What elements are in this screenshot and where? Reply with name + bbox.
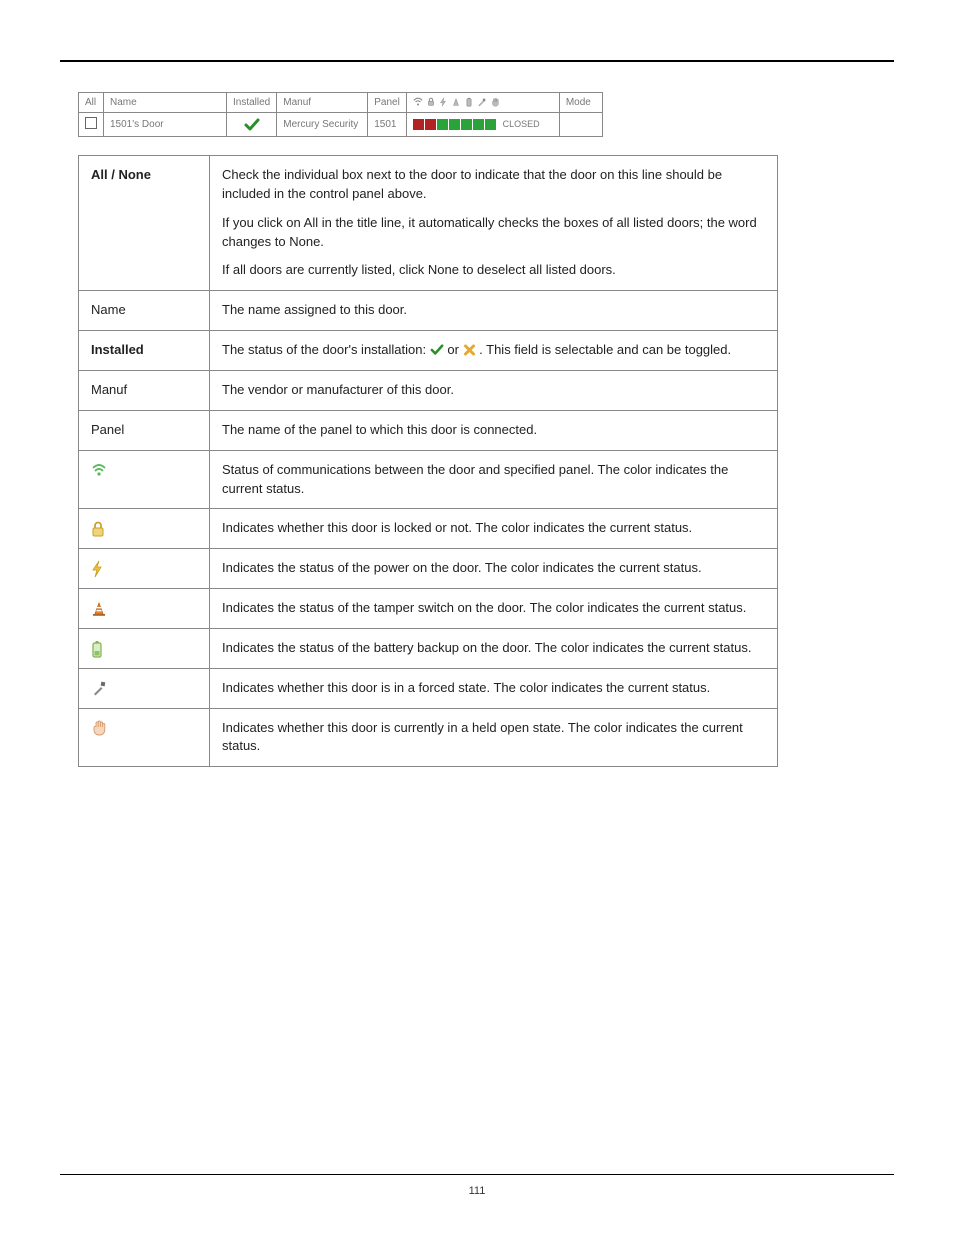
lock-icon bbox=[91, 521, 105, 537]
cell-panel: 1501 bbox=[368, 113, 407, 137]
row-forced: Indicates whether this door is in a forc… bbox=[79, 668, 778, 708]
label-battery bbox=[79, 628, 210, 668]
desc-panel: The name of the panel to which this door… bbox=[210, 410, 778, 450]
example-table-wrap: All Name Installed Manuf Panel Mode bbox=[78, 92, 894, 137]
example-data-row: 1501's Door Mercury Security 1501 CLOSED bbox=[79, 113, 603, 137]
hammer-icon bbox=[91, 680, 107, 696]
label-name: Name bbox=[79, 291, 210, 331]
row-installed: Installed The status of the door's insta… bbox=[79, 331, 778, 371]
row-battery: Indicates the status of the battery back… bbox=[79, 628, 778, 668]
row-tamper: Indicates the status of the tamper switc… bbox=[79, 589, 778, 629]
page-footer: 111 bbox=[60, 1174, 894, 1197]
col-installed: Installed bbox=[227, 93, 277, 113]
example-header-row: All Name Installed Manuf Panel Mode bbox=[79, 93, 603, 113]
label-installed: Installed bbox=[79, 331, 210, 371]
row-lock: Indicates whether this door is locked or… bbox=[79, 509, 778, 549]
label-all-none: All / None bbox=[79, 156, 210, 291]
hand-icon bbox=[91, 719, 107, 737]
check-icon[interactable] bbox=[244, 118, 260, 132]
desc-all-none: Check the individual box next to the doo… bbox=[210, 156, 778, 291]
cone-icon bbox=[451, 97, 461, 107]
row-panel: Panel The name of the panel to which thi… bbox=[79, 410, 778, 450]
desc-manuf: The vendor or manufacturer of this door. bbox=[210, 371, 778, 411]
cell-manuf: Mercury Security bbox=[277, 113, 368, 137]
bolt-icon bbox=[91, 560, 103, 578]
label-forced bbox=[79, 668, 210, 708]
desc-name: The name assigned to this door. bbox=[210, 291, 778, 331]
hand-icon bbox=[490, 97, 500, 107]
desc-comms: Status of communications between the doo… bbox=[210, 450, 778, 509]
check-icon bbox=[430, 341, 444, 360]
desc-lock: Indicates whether this door is locked or… bbox=[210, 509, 778, 549]
wifi-icon bbox=[413, 97, 423, 107]
label-lock bbox=[79, 509, 210, 549]
page-number: 111 bbox=[469, 1185, 486, 1197]
row-all-none: All / None Check the individual box next… bbox=[79, 156, 778, 291]
desc-held: Indicates whether this door is currently… bbox=[210, 708, 778, 767]
row-checkbox[interactable] bbox=[85, 117, 97, 129]
desc-installed: The status of the door's installation: o… bbox=[210, 331, 778, 371]
desc-tamper: Indicates the status of the tamper switc… bbox=[210, 589, 778, 629]
battery-icon bbox=[464, 97, 474, 107]
lock-icon bbox=[426, 97, 436, 107]
desc-power: Indicates the status of the power on the… bbox=[210, 549, 778, 589]
cell-closed: CLOSED bbox=[503, 119, 540, 129]
col-status-icons bbox=[406, 93, 559, 113]
label-comms bbox=[79, 450, 210, 509]
row-name: Name The name assigned to this door. bbox=[79, 291, 778, 331]
desc-forced: Indicates whether this door is in a forc… bbox=[210, 668, 778, 708]
label-manuf: Manuf bbox=[79, 371, 210, 411]
col-panel: Panel bbox=[368, 93, 407, 113]
col-manuf: Manuf bbox=[277, 93, 368, 113]
status-squares bbox=[413, 119, 496, 130]
row-comms: Status of communications between the doo… bbox=[79, 450, 778, 509]
col-name: Name bbox=[104, 93, 227, 113]
cone-icon bbox=[91, 601, 107, 617]
row-held: Indicates whether this door is currently… bbox=[79, 708, 778, 767]
label-power bbox=[79, 549, 210, 589]
battery-icon bbox=[91, 640, 103, 658]
row-manuf: Manuf The vendor or manufacturer of this… bbox=[79, 371, 778, 411]
cell-name[interactable]: 1501's Door bbox=[104, 113, 227, 137]
label-held bbox=[79, 708, 210, 767]
label-panel: Panel bbox=[79, 410, 210, 450]
example-table: All Name Installed Manuf Panel Mode bbox=[78, 92, 603, 137]
label-tamper bbox=[79, 589, 210, 629]
desc-battery: Indicates the status of the battery back… bbox=[210, 628, 778, 668]
col-all[interactable]: All bbox=[79, 93, 104, 113]
wifi-icon bbox=[91, 462, 107, 478]
bolt-icon bbox=[438, 97, 448, 107]
hammer-icon bbox=[477, 97, 487, 107]
definitions-table: All / None Check the individual box next… bbox=[78, 155, 778, 767]
top-rule bbox=[60, 60, 894, 62]
row-power: Indicates the status of the power on the… bbox=[79, 549, 778, 589]
x-icon bbox=[463, 341, 476, 360]
col-mode: Mode bbox=[559, 93, 602, 113]
